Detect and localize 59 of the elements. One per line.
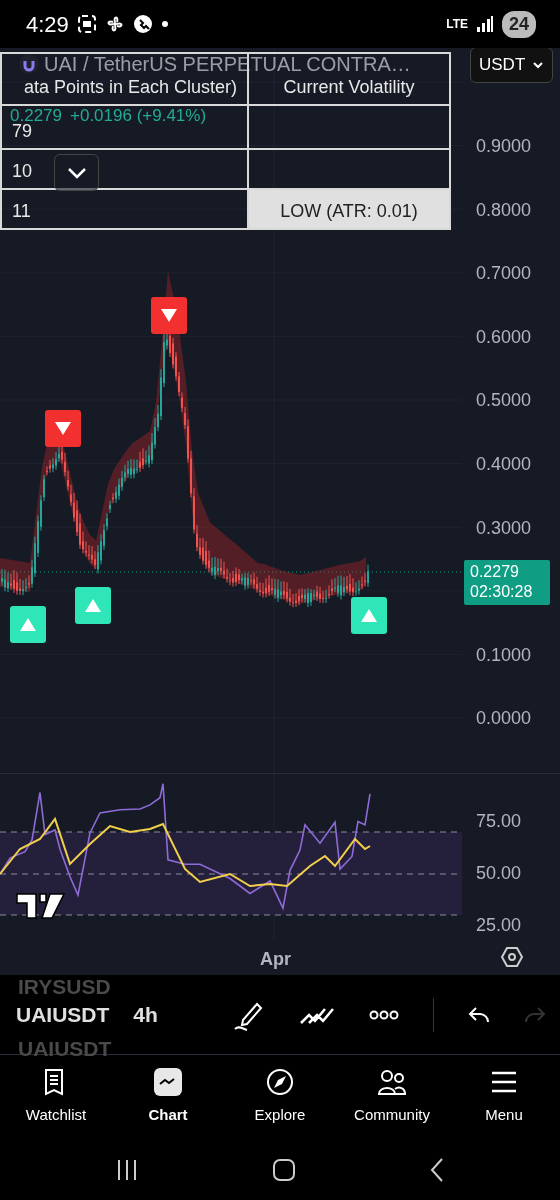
undo-icon (468, 1006, 490, 1025)
table-cell: 10 (1, 149, 248, 189)
more-icon (369, 1010, 399, 1021)
symbol-text: IRYSUSD (18, 974, 111, 1000)
people-icon (378, 1068, 406, 1097)
price-axis-label: 0.0000 (476, 709, 532, 728)
settings-icon (500, 944, 524, 969)
compass-icon (266, 1068, 294, 1097)
phone-icon (132, 14, 153, 34)
settings-button[interactable] (500, 944, 524, 969)
signal-icon (475, 15, 494, 33)
sell-signal-icon (45, 410, 81, 447)
countdown-timer: 02:30:28 (470, 582, 534, 602)
last-price: 0.2279 (10, 107, 62, 125)
redo-icon (524, 1006, 546, 1025)
battery-level: 24 (501, 10, 536, 38)
rsi-axis-label: 50.00 (476, 864, 522, 882)
price-axis-label: 0.1000 (476, 645, 532, 664)
screenshot-icon (76, 14, 97, 34)
back-button[interactable] (429, 1157, 446, 1183)
buy-signal-icon (351, 597, 387, 634)
status-time: 4:29 (26, 10, 69, 39)
chart-icon (154, 1068, 182, 1097)
price-tag-value: 0.2279 (470, 562, 520, 582)
rsi-axis-label: 25.00 (476, 916, 522, 934)
notification-dot-icon (160, 20, 169, 28)
price-axis-label: 0.3000 (476, 518, 532, 537)
home-icon (272, 1158, 296, 1183)
price-axis-label: 0.6000 (476, 327, 532, 346)
table-cell: 11 (1, 189, 248, 229)
price-change: +0.0196 (+9.41%) (70, 107, 207, 126)
sell-signal-icon (151, 297, 187, 334)
buy-signal-icon (10, 606, 46, 643)
collapse-button[interactable] (54, 154, 99, 191)
rsi-axis-label: 75.00 (476, 812, 522, 830)
nav-tab[interactable]: Community (336, 1068, 448, 1127)
home-button[interactable] (272, 1157, 296, 1183)
time-axis-label: Apr (260, 948, 291, 971)
price-axis-label: 0.8000 (476, 200, 532, 219)
caret-icon (532, 61, 544, 69)
nav-tab[interactable]: Watchlist (0, 1068, 112, 1127)
symbol-button[interactable]: UAIUSDT (16, 998, 110, 1031)
symbol-text: UAIUSDT (18, 1036, 112, 1062)
table-cell: LOW (ATR: 0.01) (248, 189, 450, 229)
currency-dropdown[interactable]: USDT (470, 48, 553, 83)
buy-signal-icon (75, 587, 111, 624)
interval-button[interactable]: 4h (133, 998, 158, 1031)
price-axis-label: 0.9000 (476, 137, 532, 155)
network-label: LTE (446, 16, 468, 33)
price-axis-label: 0.4000 (476, 455, 532, 473)
logo-icon (16, 893, 66, 919)
nav-tab[interactable]: Menu (448, 1068, 560, 1127)
nav-tab[interactable]: Explore (224, 1068, 336, 1127)
chevron-down-icon (66, 166, 87, 179)
price-axis-label: 0.7000 (476, 264, 532, 283)
back-icon (429, 1157, 446, 1183)
nav-tab[interactable]: Chart (112, 1068, 224, 1127)
coin-icon (18, 53, 40, 75)
price-axis-label: 0.5000 (476, 391, 532, 410)
